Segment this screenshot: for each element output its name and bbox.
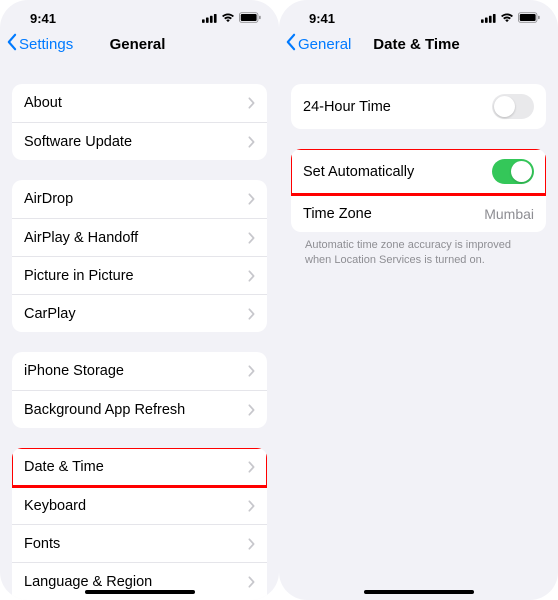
settings-group: About Software Update [12,84,267,160]
cell-label: Fonts [24,536,60,552]
chevron-right-icon [248,270,255,282]
settings-group: AirDrop AirPlay & Handoff Picture in Pictu… [12,180,267,332]
status-bar: 9:41 [279,0,558,22]
chevron-right-icon [248,136,255,148]
chevron-left-icon [285,33,296,55]
cell-set-automatically[interactable]: Set Automatically [291,149,546,194]
cell-software-update[interactable]: Software Update [12,122,267,160]
back-button[interactable]: Settings [6,33,73,55]
cell-airdrop[interactable]: AirDrop [12,180,267,218]
cell-fonts[interactable]: Fonts [12,524,267,562]
status-bar: 9:41 [0,0,279,22]
cell-label: AirDrop [24,191,73,207]
cell-label: iPhone Storage [24,363,124,379]
back-button[interactable]: General [285,33,351,55]
cell-label: CarPlay [24,306,76,322]
time-zone-value: Mumbai [484,206,534,222]
chevron-right-icon [248,193,255,205]
back-label: General [298,36,351,53]
chevron-right-icon [248,97,255,109]
cell-label: Keyboard [24,498,86,514]
cell-airplay-handoff[interactable]: AirPlay & Handoff [12,218,267,256]
chevron-right-icon [248,232,255,244]
home-indicator[interactable] [364,590,474,594]
cell-24hour-time[interactable]: 24-Hour Time [291,84,546,129]
home-indicator[interactable] [85,590,195,594]
cell-date-time[interactable]: Date & Time [12,448,267,486]
footer-note: Automatic time zone accuracy is improved… [291,232,546,268]
settings-group: Date & Time Keyboard Fonts Language & Regio… [12,448,267,600]
cell-time-zone[interactable]: Time Zone Mumbai [291,194,546,232]
group-24hour: 24-Hour Time [291,84,546,129]
settings-group: iPhone Storage Background App Refresh [12,352,267,428]
cell-label: Background App Refresh [24,402,185,418]
chevron-right-icon [248,461,255,473]
phone-general: 9:41 Settings General About Software Upda… [0,0,279,600]
nav-bar: General Date & Time [279,22,558,62]
cell-label: 24-Hour Time [303,99,391,115]
cell-background-app-refresh[interactable]: Background App Refresh [12,390,267,428]
chevron-right-icon [248,365,255,377]
chevron-right-icon [248,500,255,512]
cell-label: Time Zone [303,206,372,222]
cell-about[interactable]: About [12,84,267,122]
chevron-right-icon [248,538,255,550]
cell-iphone-storage[interactable]: iPhone Storage [12,352,267,390]
cell-language-region[interactable]: Language & Region [12,562,267,600]
phone-date-time: 9:41 General Date & Time 24-Hour Time Se… [279,0,558,600]
cell-picture-in-picture[interactable]: Picture in Picture [12,256,267,294]
cell-label: Set Automatically [303,164,414,180]
cell-label: Language & Region [24,574,152,590]
back-label: Settings [19,36,73,53]
chevron-right-icon [248,576,255,588]
cell-label: AirPlay & Handoff [24,230,138,246]
cell-label: Date & Time [24,459,104,475]
nav-bar: Settings General [0,22,279,62]
toggle-set-automatically[interactable] [492,159,534,184]
chevron-right-icon [248,308,255,320]
settings-list[interactable]: About Software Update AirDrop AirPlay & Han… [0,62,279,600]
chevron-left-icon [6,33,17,55]
cell-label: Software Update [24,134,132,150]
chevron-right-icon [248,404,255,416]
cell-keyboard[interactable]: Keyboard [12,486,267,524]
cell-carplay[interactable]: CarPlay [12,294,267,332]
toggle-24hour[interactable] [492,94,534,119]
nav-title: Date & Time [373,36,459,53]
cell-label: About [24,95,62,111]
group-auto-tz: Set Automatically Time Zone Mumbai [291,149,546,232]
date-time-list[interactable]: 24-Hour Time Set Automatically Time Zone… [279,62,558,600]
nav-title: General [110,36,166,53]
cell-label: Picture in Picture [24,268,134,284]
